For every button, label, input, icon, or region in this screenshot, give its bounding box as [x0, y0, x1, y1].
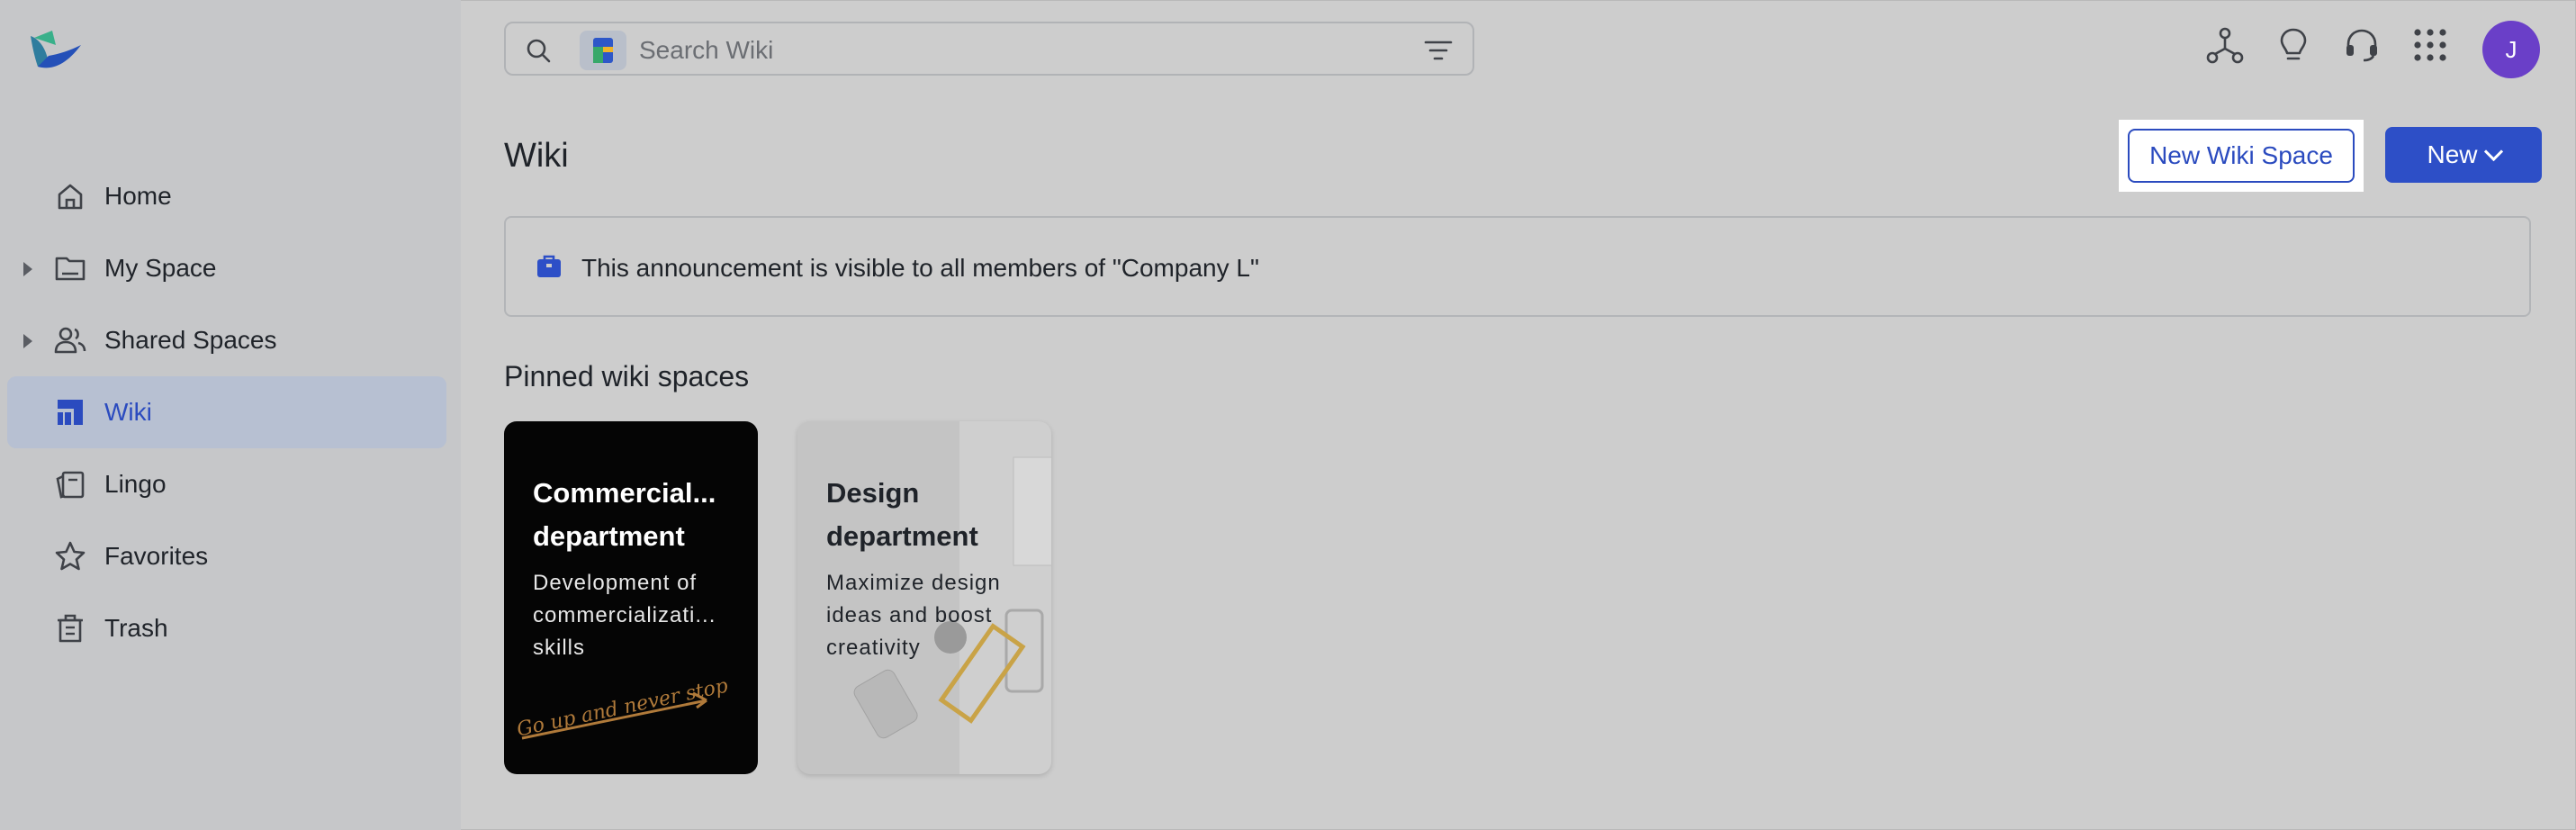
headset-icon[interactable]	[2342, 25, 2382, 65]
card-description: Maximize design ideas and boost creativi…	[826, 571, 1001, 660]
org-chart-icon[interactable]	[2205, 25, 2245, 65]
sidebar-item-lingo[interactable]: Lingo	[7, 448, 446, 520]
people-icon	[54, 327, 86, 354]
pinned-section-title: Pinned wiki spaces	[504, 360, 750, 392]
search-icon	[527, 39, 551, 63]
highlight-frame: New Wiki Space	[2119, 120, 2364, 192]
sidebar-item-label: Home	[104, 182, 172, 210]
card-title: Commercial... department	[533, 477, 716, 552]
wiki-scope-badge[interactable]	[580, 31, 626, 70]
wiki-space-card[interactable]: Commercial... department Development of …	[504, 421, 758, 774]
sidebar-item-label: Favorites	[104, 542, 209, 570]
sidebar-item-trash[interactable]: Trash	[7, 592, 446, 664]
new-wiki-space-button[interactable]: New Wiki Space	[2128, 129, 2355, 183]
home-icon	[58, 184, 83, 210]
sidebar-item-favorites[interactable]: Favorites	[7, 520, 446, 592]
filter-icon[interactable]	[1424, 38, 1453, 63]
new-button-label: New	[2427, 140, 2478, 168]
sidebar-nav: Home My Space Shared Spaces Wiki Lingo F…	[7, 160, 446, 664]
sidebar: Home My Space Shared Spaces Wiki Lingo F…	[0, 0, 461, 830]
star-icon	[55, 541, 86, 571]
wiki-space-card[interactable]: Design department Maximize design ideas …	[797, 421, 1051, 774]
folder-icon	[55, 257, 86, 281]
trash-icon	[58, 614, 83, 643]
search-input[interactable]	[637, 32, 1379, 68]
sidebar-item-shared-spaces[interactable]: Shared Spaces	[7, 304, 446, 376]
sidebar-item-home[interactable]: Home	[7, 160, 446, 232]
new-button[interactable]: New	[2385, 127, 2542, 183]
sidebar-item-label: Lingo	[104, 470, 167, 498]
expand-caret-icon[interactable]	[23, 334, 32, 348]
avatar[interactable]: J	[2482, 21, 2540, 78]
search-bar[interactable]	[504, 22, 1474, 76]
card-title: Design department	[826, 477, 978, 552]
lightbulb-icon[interactable]	[2274, 25, 2313, 65]
app-logo[interactable]	[29, 27, 83, 74]
lingo-icon	[56, 471, 85, 499]
expand-caret-icon[interactable]	[23, 262, 32, 276]
page-title: Wiki	[504, 137, 569, 175]
announcement-text: This announcement is visible to all memb…	[581, 254, 1259, 282]
sidebar-item-label: My Space	[104, 254, 217, 282]
wiki-doc-icon	[593, 38, 613, 63]
sidebar-item-label: Shared Spaces	[104, 326, 277, 354]
sidebar-item-label: Trash	[104, 614, 168, 642]
apps-grid-icon[interactable]	[2410, 25, 2450, 65]
card-description: Development of commercializati... skills	[533, 571, 716, 660]
announcement-banner: This announcement is visible to all memb…	[504, 216, 2531, 317]
announcement-icon	[537, 255, 561, 277]
chevron-down-icon	[2483, 141, 2503, 162]
sidebar-item-label: Wiki	[104, 398, 152, 426]
sidebar-item-wiki[interactable]: Wiki	[7, 376, 446, 448]
wiki-icon	[58, 400, 83, 425]
sidebar-item-my-space[interactable]: My Space	[7, 232, 446, 304]
